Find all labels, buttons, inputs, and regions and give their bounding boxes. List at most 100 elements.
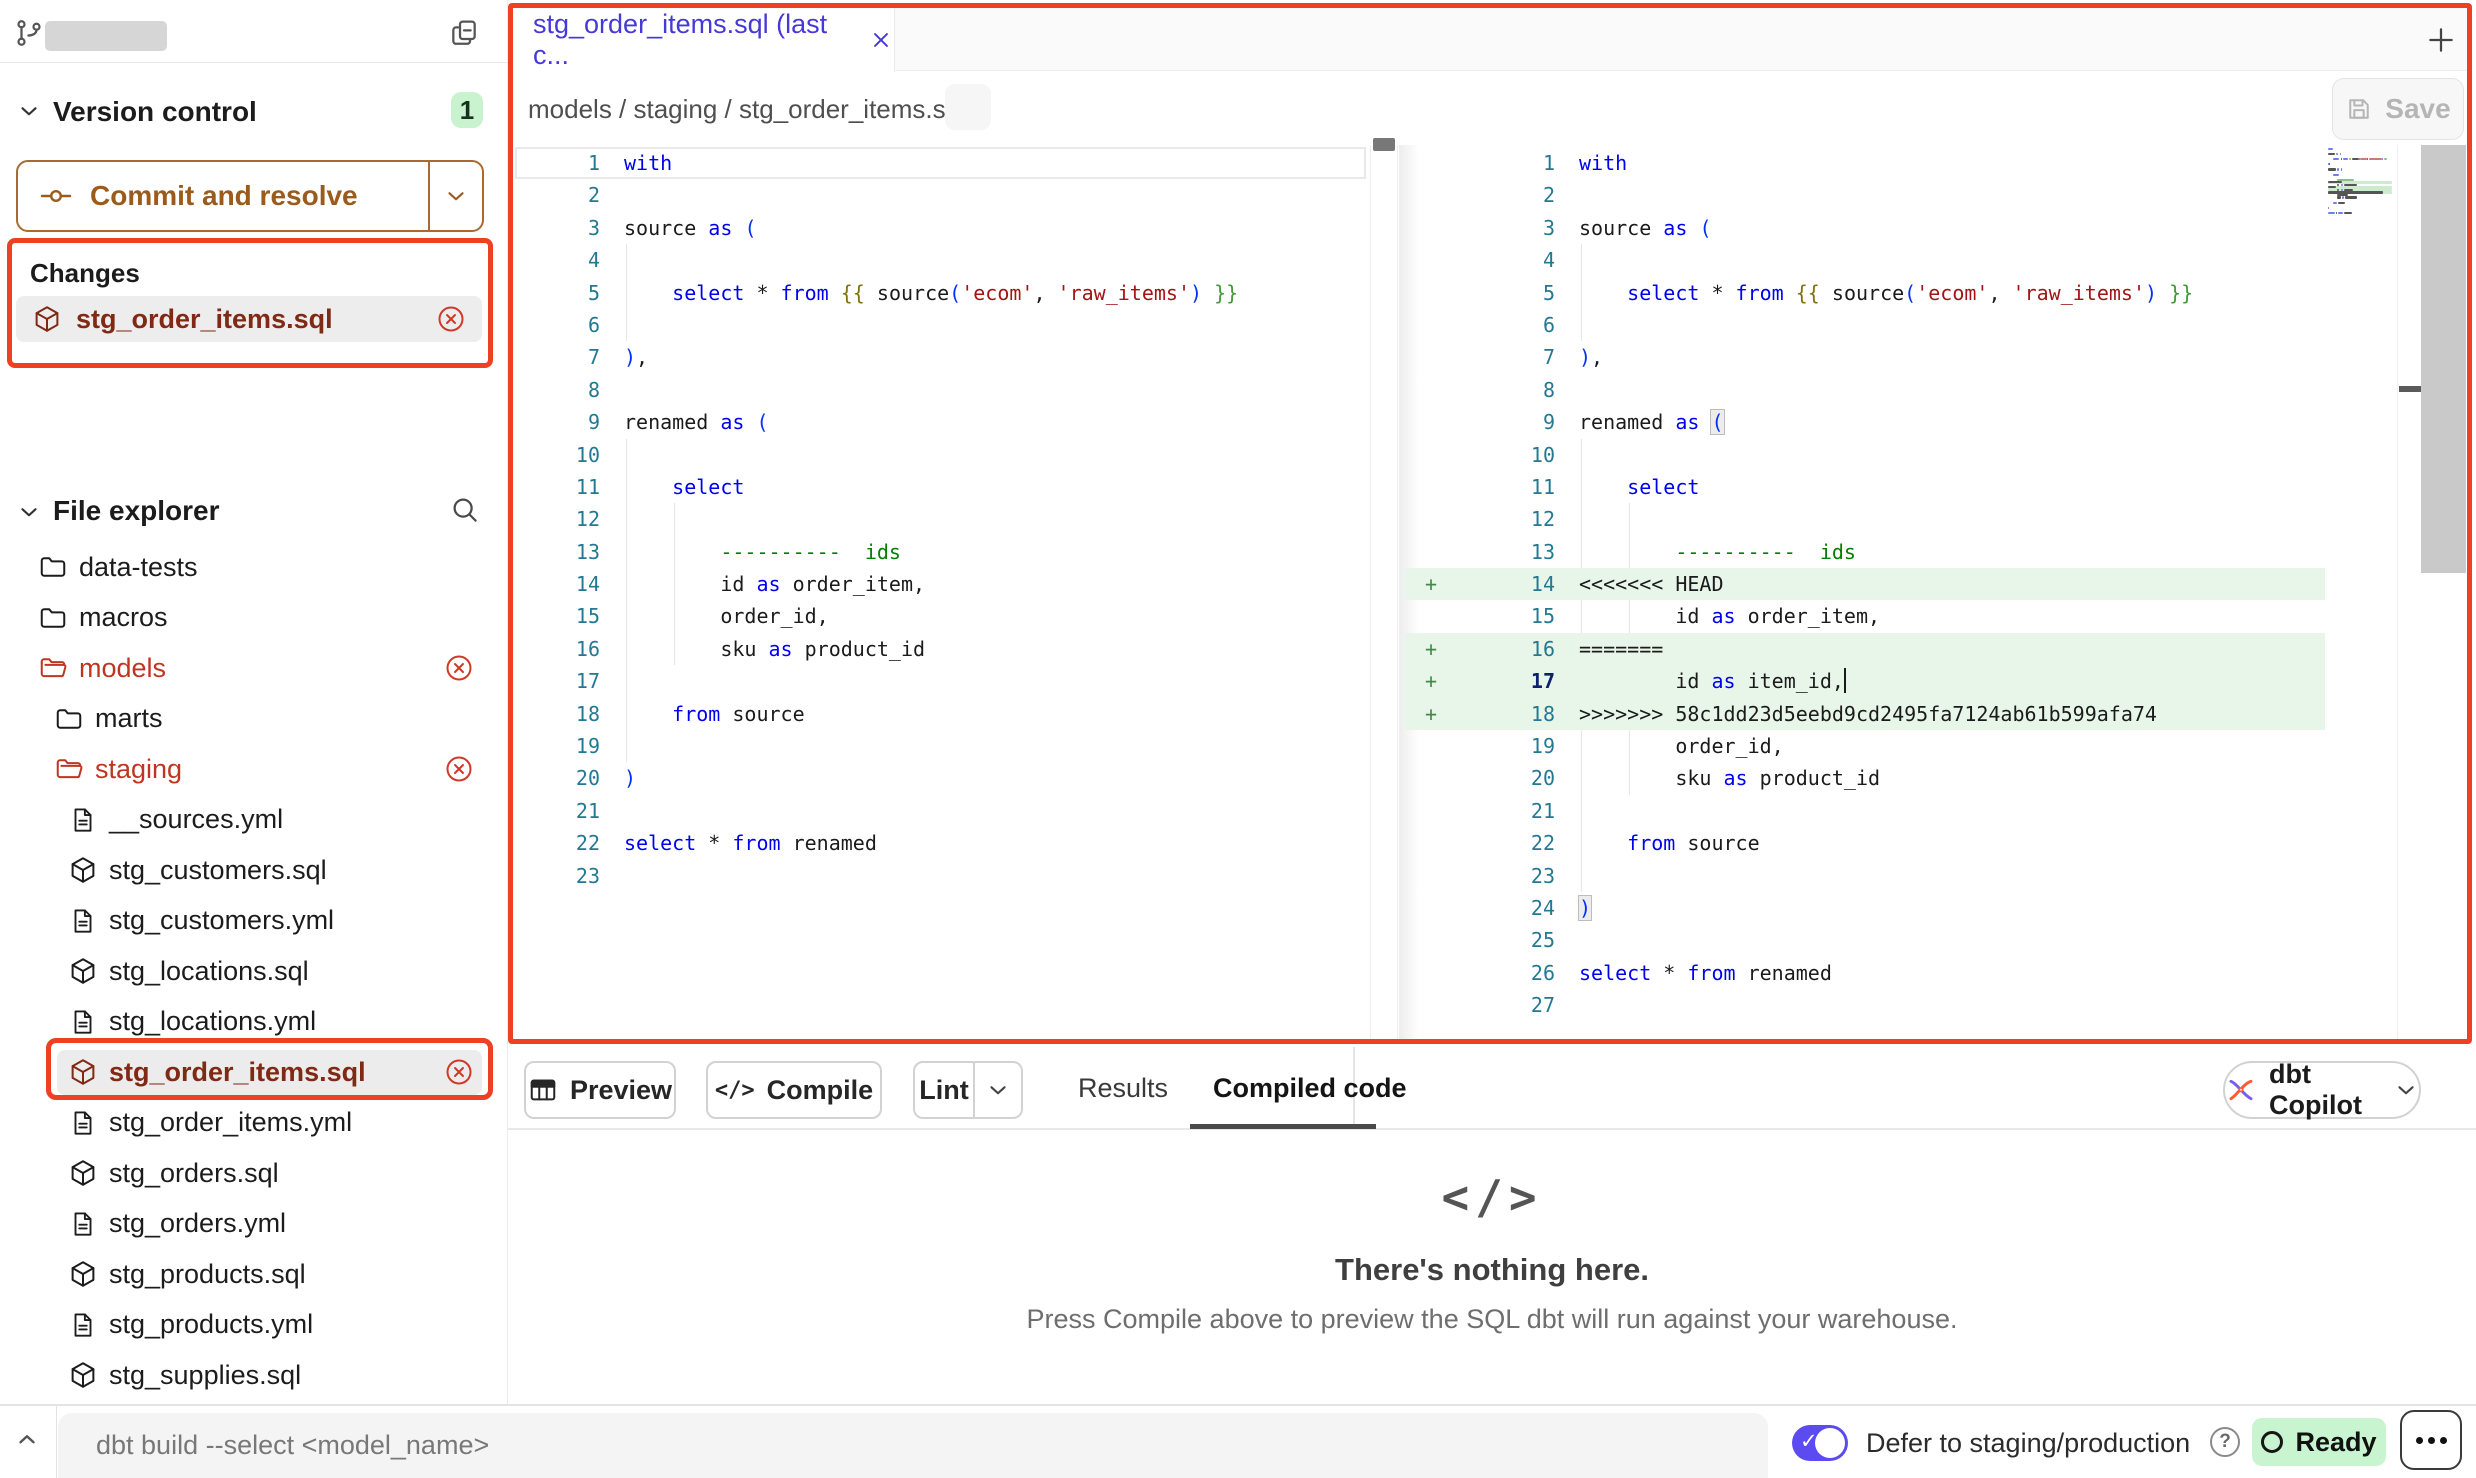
code-line-8[interactable]: 8 — [1405, 374, 2325, 406]
code-line-18[interactable]: +18>>>>>>> 58c1dd23d5eebd9cd2495fa7124ab… — [1405, 698, 2325, 730]
code-line-10[interactable]: 10 — [1405, 439, 2325, 471]
code-line-15[interactable]: 15 order_id, — [513, 600, 1370, 632]
code-line-1[interactable]: 1with — [1405, 147, 2325, 179]
file-row-stg-supplies-sql[interactable]: stg_supplies.sql — [0, 1350, 508, 1401]
new-tab-plus-icon[interactable] — [2424, 23, 2458, 57]
code-line-2[interactable]: 2 — [1405, 179, 2325, 211]
code-line-8[interactable]: 8 — [513, 374, 1370, 406]
commit-dropdown-toggle[interactable] — [428, 162, 482, 230]
code-line-6[interactable]: 6 — [1405, 309, 2325, 341]
lint-button[interactable]: Lint — [913, 1061, 1023, 1119]
code-line-22[interactable]: 22select * from renamed — [513, 827, 1370, 859]
code-line-13[interactable]: 13 ---------- ids — [1405, 536, 2325, 568]
code-line-19[interactable]: 19 order_id, — [1405, 730, 2325, 762]
code-line-17[interactable]: 17 — [513, 665, 1370, 697]
file-row-stg-orders-sql[interactable]: stg_orders.sql — [0, 1148, 508, 1199]
file-row-stg-customers-sql[interactable]: stg_customers.sql — [0, 845, 508, 896]
code-line-19[interactable]: 19 — [513, 730, 1370, 762]
code-line-4[interactable]: 4 — [1405, 244, 2325, 276]
code-line-11[interactable]: 11 select — [1405, 471, 2325, 503]
code-line-3[interactable]: 3source as ( — [513, 212, 1370, 244]
code-line-7[interactable]: 7), — [1405, 341, 2325, 373]
code-line-23[interactable]: 23 — [1405, 860, 2325, 892]
defer-toggle[interactable]: ✓ — [1792, 1425, 1848, 1461]
commit-and-resolve-button[interactable]: Commit and resolve — [16, 160, 484, 232]
code-line-26[interactable]: 26select * from renamed — [1405, 957, 2325, 989]
file-row-stg-orders-yml[interactable]: stg_orders.yml — [0, 1199, 508, 1250]
code-line-2[interactable]: 2 — [513, 179, 1370, 211]
right-scrollbar-thumb[interactable] — [2421, 145, 2466, 573]
code-line-12[interactable]: 12 — [1405, 503, 2325, 535]
x-circle-icon[interactable] — [444, 1057, 474, 1087]
code-line-13[interactable]: 13 ---------- ids — [513, 536, 1370, 568]
code-line-1[interactable]: 1with — [513, 147, 1370, 179]
file-row-models[interactable]: models — [0, 643, 508, 694]
editor-pane-right[interactable]: 1with23source as (45 select * from {{ so… — [1405, 147, 2325, 1022]
compile-button[interactable]: </> Compile — [706, 1061, 882, 1119]
file-row-stg-order-items-sql[interactable]: stg_order_items.sql — [0, 1047, 508, 1098]
chevron-down-icon[interactable] — [16, 499, 42, 525]
code-line-7[interactable]: 7), — [513, 341, 1370, 373]
file-row-data-tests[interactable]: data-tests — [0, 542, 508, 593]
command-input[interactable]: dbt build --select <model_name> — [58, 1413, 1768, 1478]
code-line-12[interactable]: 12 — [513, 503, 1370, 535]
x-circle-icon[interactable] — [436, 304, 466, 334]
help-circle-icon[interactable]: ? — [2210, 1427, 2240, 1457]
x-circle-icon[interactable] — [444, 754, 474, 784]
code-line-10[interactable]: 10 — [513, 439, 1370, 471]
code-line-15[interactable]: 15 id as order_item, — [1405, 600, 2325, 632]
code-line-6[interactable]: 6 — [513, 309, 1370, 341]
code-line-14[interactable]: +14<<<<<<< HEAD — [1405, 568, 2325, 600]
code-line-18[interactable]: 18 from source — [513, 698, 1370, 730]
file-row-stg-customers-yml[interactable]: stg_customers.yml — [0, 896, 508, 947]
code-line-16[interactable]: 16 sku as product_id — [513, 633, 1370, 665]
file-row-marts[interactable]: marts — [0, 694, 508, 745]
code-line-5[interactable]: 5 select * from {{ source('ecom', 'raw_i… — [1405, 277, 2325, 309]
tab-compiled-code[interactable]: Compiled code — [1213, 1073, 1407, 1104]
code-line-21[interactable]: 21 — [513, 795, 1370, 827]
preview-button[interactable]: Preview — [524, 1061, 676, 1119]
file-row-stg-locations-yml[interactable]: stg_locations.yml — [0, 997, 508, 1048]
pane-divider[interactable] — [1397, 145, 1398, 1040]
code-line-16[interactable]: +16======= — [1405, 633, 2325, 665]
search-icon[interactable] — [450, 495, 480, 525]
editor-pane-left[interactable]: 1with23source as (45 select * from {{ so… — [513, 147, 1370, 892]
code-line-14[interactable]: 14 id as order_item, — [513, 568, 1370, 600]
code-line-24[interactable]: 24) — [1405, 892, 2325, 924]
save-button[interactable]: Save — [2332, 78, 2464, 140]
chevron-down-icon[interactable] — [16, 98, 42, 124]
close-icon[interactable] — [868, 27, 894, 53]
more-options-button[interactable] — [2400, 1410, 2462, 1470]
code-line-9[interactable]: 9renamed as ( — [513, 406, 1370, 438]
commit-and-resolve-main[interactable]: Commit and resolve — [18, 162, 428, 230]
changed-file-item[interactable]: stg_order_items.sql — [16, 296, 482, 342]
code-line-11[interactable]: 11 select — [513, 471, 1370, 503]
code-line-4[interactable]: 4 — [513, 244, 1370, 276]
file-row-stg-locations-sql[interactable]: stg_locations.sql — [0, 946, 508, 997]
code-line-27[interactable]: 27 — [1405, 989, 2325, 1021]
code-line-5[interactable]: 5 select * from {{ source('ecom', 'raw_i… — [513, 277, 1370, 309]
code-line-22[interactable]: 22 from source — [1405, 827, 2325, 859]
dbt-copilot-button[interactable]: dbt Copilot — [2223, 1061, 2421, 1119]
file-row-staging[interactable]: staging — [0, 744, 508, 795]
ready-status-badge[interactable]: Ready — [2252, 1418, 2386, 1466]
x-circle-icon[interactable] — [444, 653, 474, 683]
tab-results[interactable]: Results — [1078, 1073, 1168, 1104]
file-row--sources-yml[interactable]: __sources.yml — [0, 795, 508, 846]
copy-files-icon[interactable] — [448, 17, 480, 49]
lineage-icon[interactable] — [945, 84, 991, 130]
minimap[interactable] — [2328, 148, 2394, 238]
file-row-stg-order-items-yml[interactable]: stg_order_items.yml — [0, 1098, 508, 1149]
code-line-9[interactable]: 9renamed as ( — [1405, 406, 2325, 438]
left-scrollbar-thumb[interactable] — [1373, 138, 1395, 151]
file-row-stg-products-sql[interactable]: stg_products.sql — [0, 1249, 508, 1300]
code-line-3[interactable]: 3source as ( — [1405, 212, 2325, 244]
file-row-macros[interactable]: macros — [0, 593, 508, 644]
code-line-21[interactable]: 21 — [1405, 795, 2325, 827]
code-line-20[interactable]: 20 sku as product_id — [1405, 762, 2325, 794]
code-line-23[interactable]: 23 — [513, 860, 1370, 892]
file-row-stg-products-yml[interactable]: stg_products.yml — [0, 1300, 508, 1351]
lint-dropdown-toggle[interactable] — [973, 1063, 1021, 1117]
chevron-up-icon[interactable] — [14, 1426, 40, 1452]
code-line-20[interactable]: 20) — [513, 762, 1370, 794]
